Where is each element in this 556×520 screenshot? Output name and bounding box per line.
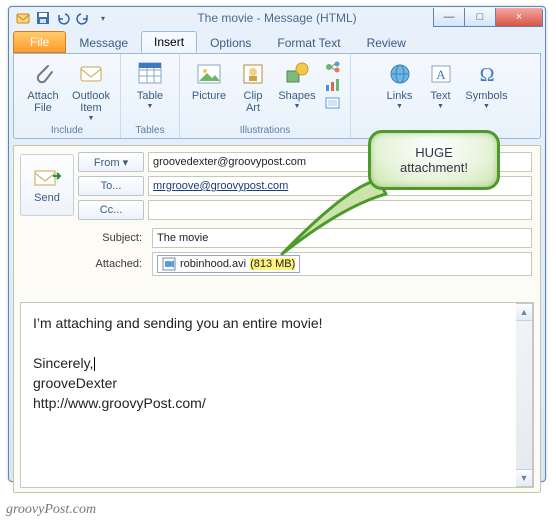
from-button-label: From ▾ (94, 156, 128, 169)
callout-line2: attachment! (400, 160, 468, 175)
outlook-item-button[interactable]: Outlook Item ▼ (68, 56, 114, 122)
shapes-label: Shapes (278, 90, 315, 102)
table-button[interactable]: Table ▼ (127, 56, 173, 110)
shapes-button[interactable]: Shapes ▼ (274, 56, 320, 114)
subject-label: Subject: (78, 228, 148, 248)
tab-options[interactable]: Options (197, 32, 264, 53)
window-controls: — □ × (434, 8, 543, 27)
tab-message-label: Message (79, 36, 128, 50)
symbols-button[interactable]: Ω Symbols ▼ (462, 56, 512, 110)
chevron-down-icon: ▼ (147, 103, 154, 110)
maximize-glyph: □ (477, 11, 484, 23)
outlook-item-label: Outlook Item (72, 90, 110, 114)
text-label: Text (430, 90, 450, 102)
chevron-down-icon: ▼ (437, 103, 444, 110)
symbols-label: Symbols (465, 90, 507, 102)
tab-options-label: Options (210, 36, 251, 50)
tab-format-text-label: Format Text (277, 36, 340, 50)
body-scrollbar[interactable]: ▲ ▼ (516, 303, 533, 487)
clip-art-icon (238, 59, 268, 89)
hyperlink-icon (385, 59, 415, 89)
paperclip-icon (28, 59, 58, 89)
omega-icon: Ω (472, 59, 502, 89)
picture-button[interactable]: Picture (186, 56, 232, 114)
titlebar: ▾ The movie - Message (HTML) — □ × (9, 7, 545, 31)
callout-line1: HUGE (400, 145, 468, 160)
send-envelope-icon (33, 167, 61, 189)
chevron-down-icon: ▼ (294, 103, 301, 110)
close-glyph: × (516, 11, 522, 23)
minimize-button[interactable]: — (433, 8, 465, 27)
cc-button-label: Cc... (100, 204, 123, 216)
send-label: Send (34, 192, 60, 204)
scroll-down-arrow[interactable]: ▼ (516, 469, 532, 486)
attach-file-label: Attach File (27, 90, 58, 114)
video-file-icon (162, 257, 176, 271)
annotation-callout: HUGE attachment! (368, 130, 500, 190)
send-button[interactable]: Send (20, 154, 74, 216)
svg-text:Ω: Ω (479, 64, 494, 86)
shapes-icon (282, 59, 312, 89)
scroll-up-arrow[interactable]: ▲ (516, 304, 532, 321)
compose-surface: Send From ▾ groovedexter@groovypost.com … (13, 145, 541, 493)
to-button-label: To... (101, 180, 122, 192)
group-tables-label: Tables (127, 124, 173, 138)
text-cursor (94, 357, 95, 371)
message-body[interactable]: I’m attaching and sending you an entire … (20, 302, 534, 488)
chevron-down-icon: ▼ (483, 103, 490, 110)
tab-insert-label: Insert (154, 35, 184, 49)
attachment-filename: robinhood.avi (180, 258, 246, 270)
table-label: Table (137, 90, 163, 102)
cc-picker-button[interactable]: Cc... (78, 200, 144, 220)
picture-label: Picture (192, 90, 226, 102)
group-illustrations-label: Illustrations (186, 124, 344, 138)
to-picker-button[interactable]: To... (78, 176, 144, 196)
svg-text:A: A (436, 67, 446, 82)
smartart-icon[interactable] (324, 59, 342, 75)
ribbon-group-tables: Table ▼ Tables (121, 54, 180, 138)
maximize-button[interactable]: □ (464, 8, 496, 27)
ribbon-group-right: Links ▼ A Text ▼ Ω Symbols ▼ (351, 54, 540, 138)
tab-format-text[interactable]: Format Text (264, 32, 353, 53)
body-line-1: I’m attaching and sending you an entire … (33, 313, 521, 333)
tab-message[interactable]: Message (66, 32, 141, 53)
tab-insert[interactable]: Insert (141, 31, 197, 53)
chevron-down-icon: ▼ (88, 115, 95, 122)
chart-icon[interactable] (324, 77, 342, 93)
ribbon-group-include: Attach File Outlook Item ▼ Include (14, 54, 121, 138)
file-tab[interactable]: File (13, 31, 66, 53)
subject-value: The movie (157, 232, 208, 244)
body-line-2: Sincerely, (33, 353, 521, 373)
attached-label: Attached: (78, 252, 148, 276)
ribbon-tabs: File Message Insert Options Format Text … (9, 31, 545, 53)
from-picker-button[interactable]: From ▾ (78, 152, 144, 172)
file-tab-label: File (30, 35, 49, 49)
minimize-glyph: — (444, 11, 455, 23)
tab-review[interactable]: Review (354, 32, 419, 53)
group-include-label: Include (20, 124, 114, 138)
links-label: Links (387, 90, 413, 102)
from-value: groovedexter@groovypost.com (153, 156, 306, 168)
outlook-message-window: ▾ The movie - Message (HTML) — □ × File … (8, 6, 546, 482)
table-icon (135, 59, 165, 89)
ribbon: Attach File Outlook Item ▼ Include Table… (13, 53, 541, 139)
outlook-item-icon (76, 59, 106, 89)
ribbon-group-illustrations: Picture Clip Art Shapes ▼ Illustrations (180, 54, 351, 138)
attach-file-button[interactable]: Attach File (20, 56, 66, 122)
text-box-icon: A (426, 59, 456, 89)
clip-art-button[interactable]: Clip Art (234, 56, 272, 114)
links-button[interactable]: Links ▼ (380, 56, 420, 110)
clip-art-label: Clip Art (244, 90, 263, 114)
watermark: groovyPost.com (6, 502, 96, 518)
tab-review-label: Review (367, 36, 406, 50)
screenshot-icon[interactable] (324, 95, 342, 111)
body-line-3: grooveDexter (33, 373, 521, 393)
body-line-4: http://www.groovyPost.com/ (33, 393, 521, 413)
chevron-down-icon: ▼ (396, 103, 403, 110)
text-button[interactable]: A Text ▼ (422, 56, 460, 110)
picture-icon (194, 59, 224, 89)
close-button[interactable]: × (495, 8, 543, 27)
to-value: mrgroove@groovypost.com (153, 180, 288, 192)
